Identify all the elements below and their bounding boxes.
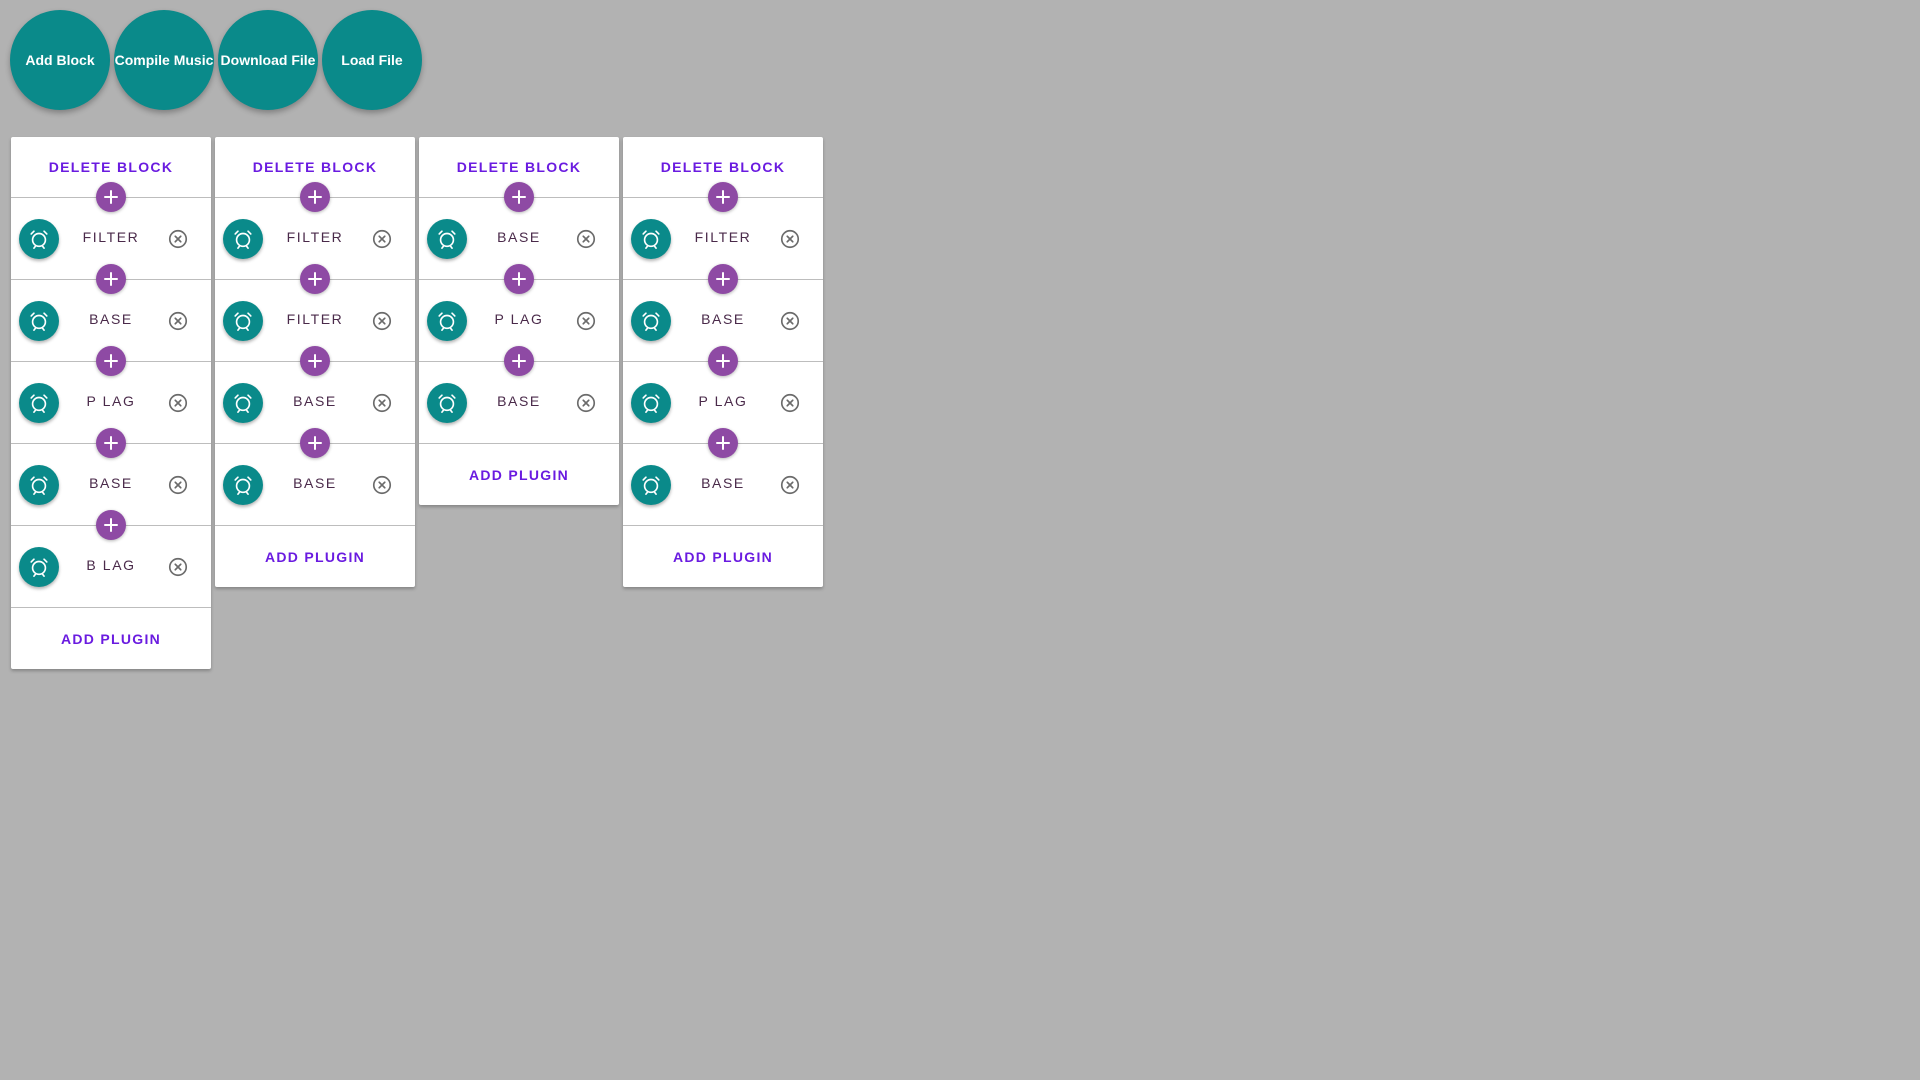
plugin-label: B LAG [86, 557, 136, 573]
plugin-label: FILTER [82, 229, 140, 245]
remove-plugin-close-icon[interactable] [575, 392, 597, 414]
compile-music-button[interactable]: Compile Music [114, 10, 214, 110]
block-footer: ADD PLUGIN [215, 526, 415, 587]
remove-plugin-close-icon[interactable] [167, 310, 189, 332]
remove-plugin-close-icon[interactable] [575, 228, 597, 250]
remove-plugin-close-icon[interactable] [371, 228, 393, 250]
block-card: DELETE BLOCK FILTER BASE P LAG BASE ADD PLUGI… [623, 137, 823, 587]
alarm-clock-icon[interactable] [223, 301, 263, 341]
add-plugin-button[interactable]: ADD PLUGIN [265, 549, 365, 565]
remove-plugin-close-icon[interactable] [575, 310, 597, 332]
insert-plugin-plus-icon[interactable] [708, 264, 738, 294]
insert-plugin-plus-icon[interactable] [96, 428, 126, 458]
alarm-clock-icon[interactable] [19, 547, 59, 587]
plugin-row: B LAG [11, 510, 211, 608]
insert-plugin-plus-icon[interactable] [96, 264, 126, 294]
alarm-clock-icon[interactable] [19, 465, 59, 505]
plugin-label: FILTER [286, 311, 344, 327]
download-file-button[interactable]: Download File [218, 10, 318, 110]
plugin-label: BASE [701, 475, 745, 491]
toolbar: Add Block Compile Music Download File Lo… [10, 10, 422, 110]
alarm-clock-icon[interactable] [223, 465, 263, 505]
insert-plugin-plus-icon[interactable] [708, 428, 738, 458]
plugin-label: BASE [293, 475, 337, 491]
load-file-button[interactable]: Load File [322, 10, 422, 110]
remove-plugin-close-icon[interactable] [167, 556, 189, 578]
delete-block-button[interactable]: DELETE BLOCK [457, 159, 582, 175]
remove-plugin-close-icon[interactable] [779, 310, 801, 332]
plugin-label: BASE [497, 393, 541, 409]
insert-plugin-plus-icon[interactable] [504, 264, 534, 294]
delete-block-button[interactable]: DELETE BLOCK [253, 159, 378, 175]
insert-plugin-plus-icon[interactable] [708, 346, 738, 376]
alarm-clock-icon[interactable] [19, 383, 59, 423]
block-footer: ADD PLUGIN [419, 444, 619, 505]
remove-plugin-close-icon[interactable] [167, 228, 189, 250]
insert-plugin-plus-icon[interactable] [300, 428, 330, 458]
plugin-label: BASE [89, 475, 133, 491]
insert-plugin-plus-icon[interactable] [504, 182, 534, 212]
plugin-row: BASE [623, 428, 823, 526]
remove-plugin-close-icon[interactable] [167, 392, 189, 414]
alarm-clock-icon[interactable] [427, 219, 467, 259]
add-plugin-button[interactable]: ADD PLUGIN [673, 549, 773, 565]
remove-plugin-close-icon[interactable] [371, 392, 393, 414]
add-plugin-button[interactable]: ADD PLUGIN [469, 467, 569, 483]
alarm-clock-icon[interactable] [631, 219, 671, 259]
remove-plugin-close-icon[interactable] [371, 474, 393, 496]
remove-plugin-close-icon[interactable] [779, 474, 801, 496]
insert-plugin-plus-icon[interactable] [96, 346, 126, 376]
alarm-clock-icon[interactable] [223, 383, 263, 423]
plugin-row: BASE [215, 428, 415, 526]
insert-plugin-plus-icon[interactable] [96, 182, 126, 212]
remove-plugin-close-icon[interactable] [371, 310, 393, 332]
blocks-container: DELETE BLOCK FILTER BASE P LAG BASE B LAG ADD … [11, 137, 823, 669]
plugin-row: BASE [419, 346, 619, 444]
insert-plugin-plus-icon[interactable] [300, 346, 330, 376]
block-card: DELETE BLOCK FILTER FILTER BASE BASE ADD PLUG… [215, 137, 415, 587]
remove-plugin-close-icon[interactable] [167, 474, 189, 496]
alarm-clock-icon[interactable] [223, 219, 263, 259]
alarm-clock-icon[interactable] [427, 383, 467, 423]
plugin-label: BASE [293, 393, 337, 409]
add-block-button[interactable]: Add Block [10, 10, 110, 110]
plugin-label: P LAG [86, 393, 136, 409]
alarm-clock-icon[interactable] [427, 301, 467, 341]
plugin-label: BASE [89, 311, 133, 327]
alarm-clock-icon[interactable] [19, 219, 59, 259]
remove-plugin-close-icon[interactable] [779, 228, 801, 250]
block-card: DELETE BLOCK BASE P LAG BASE ADD PLUGIN [419, 137, 619, 505]
plugin-label: BASE [701, 311, 745, 327]
plugin-label: FILTER [286, 229, 344, 245]
alarm-clock-icon[interactable] [631, 465, 671, 505]
plugin-label: BASE [497, 229, 541, 245]
insert-plugin-plus-icon[interactable] [708, 182, 738, 212]
insert-plugin-plus-icon[interactable] [96, 510, 126, 540]
block-footer: ADD PLUGIN [11, 608, 211, 669]
alarm-clock-icon[interactable] [631, 301, 671, 341]
delete-block-button[interactable]: DELETE BLOCK [661, 159, 786, 175]
delete-block-button[interactable]: DELETE BLOCK [49, 159, 174, 175]
alarm-clock-icon[interactable] [19, 301, 59, 341]
plugin-label: P LAG [698, 393, 748, 409]
plugin-label: FILTER [694, 229, 752, 245]
alarm-clock-icon[interactable] [631, 383, 671, 423]
add-plugin-button[interactable]: ADD PLUGIN [61, 631, 161, 647]
insert-plugin-plus-icon[interactable] [300, 264, 330, 294]
remove-plugin-close-icon[interactable] [779, 392, 801, 414]
block-card: DELETE BLOCK FILTER BASE P LAG BASE B LAG ADD … [11, 137, 211, 669]
insert-plugin-plus-icon[interactable] [504, 346, 534, 376]
insert-plugin-plus-icon[interactable] [300, 182, 330, 212]
plugin-label: P LAG [494, 311, 544, 327]
block-footer: ADD PLUGIN [623, 526, 823, 587]
